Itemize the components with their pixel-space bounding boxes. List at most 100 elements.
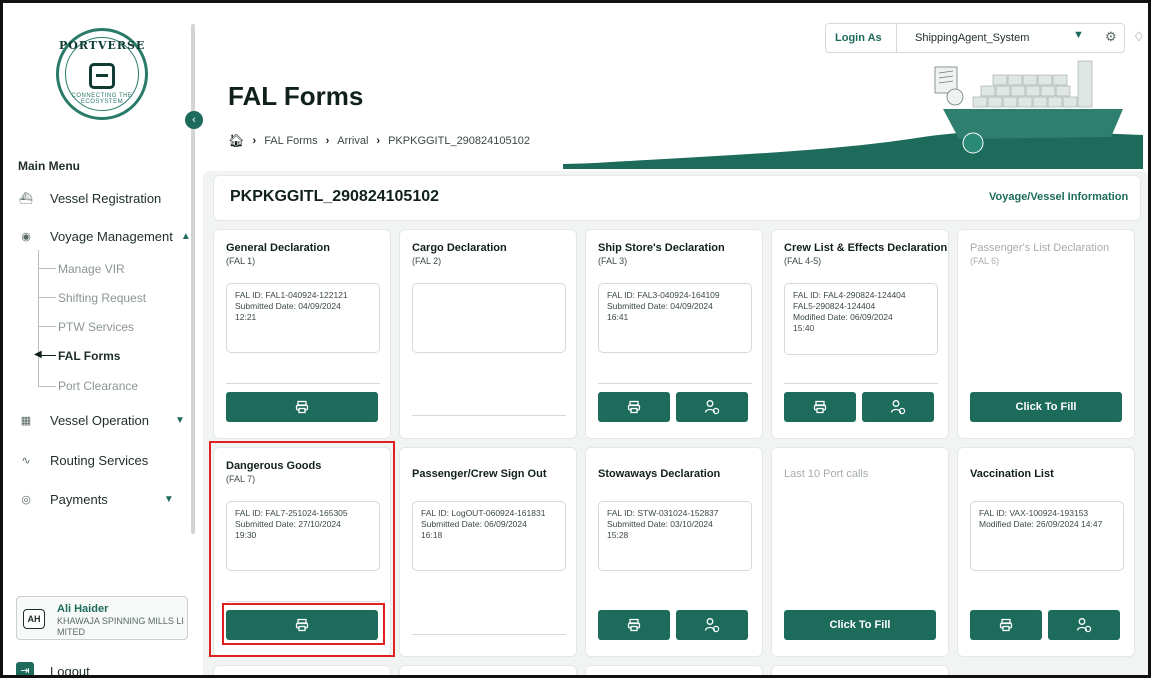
breadcrumb-item: PKPKGGITL_290824105102 bbox=[388, 135, 530, 147]
card-info-box: FAL ID: FAL1-040924-122121 Submitted Dat… bbox=[226, 283, 380, 353]
click-to-fill-button[interactable]: Click To Fill bbox=[784, 610, 936, 640]
fal-id: FAL ID: FAL4-290824-124404 bbox=[793, 290, 906, 300]
vessel-id: PKPKGGITL_290824105102 bbox=[230, 188, 440, 205]
fal-card-general-declaration: General Declaration (FAL 1) FAL ID: FAL1… bbox=[213, 229, 391, 439]
fal-id: FAL ID: VAX-100924-193153 bbox=[979, 508, 1089, 518]
voyage-vessel-information-link[interactable]: Voyage/Vessel Information bbox=[989, 191, 1128, 203]
sidebar-subitem-fal-forms[interactable]: FAL Forms bbox=[58, 349, 120, 363]
sidebar-item-payments[interactable]: ◎ Payments ▼ bbox=[18, 491, 174, 507]
sidebar-item-label: Payments bbox=[50, 491, 108, 507]
fal-card-partial bbox=[771, 665, 949, 675]
card-divider bbox=[226, 383, 380, 384]
user-edit-icon bbox=[704, 618, 720, 633]
print-icon bbox=[627, 400, 641, 414]
user-profile-card[interactable]: AH Ali Haider KHAWAJA SPINNING MILLS LI … bbox=[16, 596, 188, 640]
collapse-sidebar-button[interactable]: ‹ bbox=[185, 111, 203, 129]
topbar-divider bbox=[896, 24, 897, 52]
bell-icon[interactable]: ♢ bbox=[1133, 29, 1145, 45]
submitted-date: Submitted Date: 06/09/2024 bbox=[421, 519, 527, 529]
fal-card-passengers-list-declaration: Passenger's List Declaration (FAL 6) Cli… bbox=[957, 229, 1135, 439]
portverse-logo[interactable]: PORTVERSE CONNECTING THE ECOSYSTEM bbox=[56, 28, 148, 120]
print-button[interactable] bbox=[970, 610, 1042, 640]
ship-icon: ⛴ bbox=[19, 192, 33, 205]
fal-card-partial bbox=[585, 665, 763, 675]
logout-icon: ⇥ bbox=[16, 662, 34, 675]
fal-card-cargo-declaration: Cargo Declaration (FAL 2) bbox=[399, 229, 577, 439]
fal-card-vaccination-list: Vaccination List FAL ID: VAX-100924-1931… bbox=[957, 447, 1135, 657]
fal-card-ship-stores-declaration: Ship Store's Declaration (FAL 3) FAL ID:… bbox=[585, 229, 763, 439]
chevron-down-icon[interactable]: ▼ bbox=[1073, 29, 1084, 41]
modified-date: Modified Date: 06/09/2024 bbox=[793, 312, 893, 322]
sidebar-item-label: Routing Services bbox=[50, 452, 149, 468]
modified-time: 15:40 bbox=[793, 323, 815, 333]
fal-card-stowaways-declaration: Stowaways Declaration FAL ID: STW-031024… bbox=[585, 447, 763, 657]
card-title: Ship Store's Declaration bbox=[598, 242, 725, 254]
submitted-time: 15:28 bbox=[607, 530, 629, 540]
card-code: (FAL 1) bbox=[226, 256, 256, 266]
chevron-right-icon: › bbox=[252, 135, 257, 147]
main-menu-heading: Main Menu bbox=[18, 159, 80, 173]
fal-id: FAL ID: LogOUT-060924-161831 bbox=[421, 508, 546, 518]
chevron-up-icon: ▲ bbox=[180, 230, 191, 242]
card-title: Last 10 Port calls bbox=[784, 468, 869, 480]
card-title: Vaccination List bbox=[970, 468, 1054, 480]
print-icon bbox=[295, 400, 309, 414]
print-button[interactable] bbox=[598, 392, 670, 422]
print-button[interactable] bbox=[226, 392, 378, 422]
role-select-value[interactable]: ShippingAgent_System bbox=[915, 32, 1029, 44]
settings-icon[interactable]: ⚙ bbox=[1105, 29, 1117, 45]
edit-user-button[interactable] bbox=[862, 392, 934, 422]
route-icon: ∿ bbox=[21, 454, 31, 467]
submenu-line bbox=[38, 250, 39, 387]
click-to-fill-button[interactable]: Click To Fill bbox=[970, 392, 1122, 422]
breadcrumb-item[interactable]: Arrival bbox=[337, 135, 368, 147]
edit-user-button[interactable] bbox=[1048, 610, 1120, 640]
compass-icon: ◉ bbox=[21, 230, 31, 243]
chevron-down-icon: ▼ bbox=[175, 414, 185, 426]
print-button-highlight bbox=[222, 603, 385, 645]
fal-card-passenger-crew-sign-out: Passenger/Crew Sign Out FAL ID: LogOUT-0… bbox=[399, 447, 577, 657]
card-title: Cargo Declaration bbox=[412, 242, 507, 254]
sidebar-scrollbar[interactable] bbox=[191, 24, 195, 534]
card-title: Stowaways Declaration bbox=[598, 468, 721, 480]
logo-name: PORTVERSE bbox=[59, 39, 146, 52]
fal-card-last-10-port-calls: Last 10 Port calls Click To Fill bbox=[771, 447, 949, 657]
logout-button[interactable]: ⇥ Logout bbox=[16, 662, 90, 675]
print-button[interactable] bbox=[784, 392, 856, 422]
sidebar-subitem-manage-vir[interactable]: Manage VIR bbox=[58, 262, 125, 276]
sidebar-item-routing-services[interactable]: ∿ Routing Services bbox=[18, 452, 148, 468]
page-title: FAL Forms bbox=[228, 81, 364, 111]
print-button[interactable] bbox=[598, 610, 670, 640]
sidebar-item-label: Vessel Operation bbox=[50, 412, 150, 428]
fal-card-partial bbox=[213, 665, 391, 675]
card-title: General Declaration bbox=[226, 242, 330, 254]
payment-icon: ◎ bbox=[21, 493, 31, 506]
card-code: (FAL 6) bbox=[970, 256, 1000, 266]
card-info-box: FAL ID: VAX-100924-193153 Modified Date:… bbox=[970, 501, 1124, 571]
sidebar-subitem-ptw-services[interactable]: PTW Services bbox=[58, 320, 134, 334]
card-divider bbox=[784, 383, 938, 384]
sidebar-item-vessel-operation[interactable]: ▦ Vessel Operation ▼ bbox=[18, 412, 185, 428]
card-divider bbox=[598, 383, 752, 384]
print-icon bbox=[627, 618, 641, 632]
ship-logo-icon bbox=[89, 63, 115, 89]
breadcrumb-item[interactable]: FAL Forms bbox=[264, 135, 317, 147]
user-edit-icon bbox=[890, 400, 906, 415]
sidebar-subitem-shifting-request[interactable]: Shifting Request bbox=[58, 291, 146, 305]
modified-date: Modified Date: 26/09/2024 14:47 bbox=[979, 519, 1103, 529]
fal-id: FAL ID: STW-031024-152837 bbox=[607, 508, 719, 518]
edit-user-button[interactable] bbox=[676, 392, 748, 422]
sidebar-item-vessel-registration[interactable]: ⛴ Vessel Registration bbox=[18, 190, 161, 206]
card-info-box: FAL ID: FAL4-290824-124404 FAL5-290824-1… bbox=[784, 283, 938, 355]
edit-user-button[interactable] bbox=[676, 610, 748, 640]
submitted-time: 16:41 bbox=[607, 312, 629, 322]
home-icon[interactable]: 🏠︎ bbox=[228, 133, 245, 149]
submitted-date: Submitted Date: 03/10/2024 bbox=[607, 519, 713, 529]
fal-id: FAL ID: FAL3-040924-164109 bbox=[607, 290, 720, 300]
crane-icon: ▦ bbox=[20, 414, 32, 427]
fal-card-partial bbox=[399, 665, 577, 675]
card-code: (FAL 4-5) bbox=[784, 256, 822, 266]
sidebar-item-voyage-management[interactable]: ◉ Voyage Management ▲ bbox=[18, 228, 191, 244]
fal-id-secondary: FAL5-290824-124404 bbox=[793, 301, 876, 311]
sidebar-subitem-port-clearance[interactable]: Port Clearance bbox=[58, 379, 138, 393]
